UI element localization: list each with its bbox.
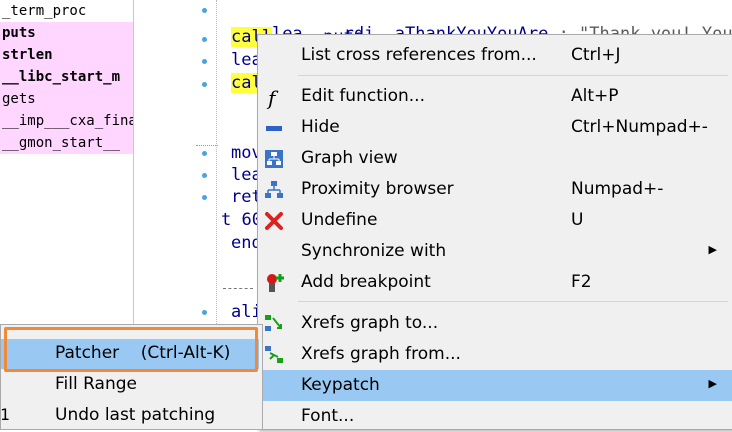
undefine-icon — [264, 211, 284, 231]
highlight-box — [4, 327, 258, 372]
menu-item-add-breakpoint[interactable]: Add breakpoint F2 — [258, 267, 732, 298]
menu-item-undefine[interactable]: Undefine U — [258, 205, 732, 236]
breakpoint-icon — [264, 273, 284, 293]
menu-item-graph-view[interactable]: Graph view — [258, 143, 732, 174]
breakpoint-dot[interactable] — [202, 173, 207, 178]
code-line[interactable]: t 60 — [221, 210, 262, 230]
function-row[interactable]: _term_proc — [0, 0, 133, 22]
hide-icon — [264, 118, 284, 138]
breakpoint-dot[interactable] — [202, 8, 207, 13]
menu-item-xrefs-graph-from[interactable]: Xrefs graph from... — [258, 339, 732, 370]
flow-arrow — [196, 145, 218, 146]
breakpoint-dot[interactable] — [202, 37, 207, 42]
submenu-arrow-icon: ▶ — [708, 243, 717, 256]
menu-item-xrefs-graph-to[interactable]: Xrefs graph to... — [258, 308, 732, 339]
xrefs-from-icon — [264, 345, 284, 365]
svg-text:f: f — [266, 87, 279, 109]
menu-item-edit-function[interactable]: f Edit function... Alt+P — [258, 81, 732, 112]
menu-item-proximity-browser[interactable]: Proximity browser Numpad+- — [258, 174, 732, 205]
breakpoint-dot[interactable] — [202, 310, 207, 315]
separator-line — [223, 288, 253, 289]
function-row[interactable]: puts — [0, 22, 133, 44]
menu-separator — [298, 75, 728, 76]
xrefs-to-icon — [264, 314, 284, 334]
breakpoint-dot[interactable] — [202, 82, 207, 87]
menu-item-hide[interactable]: Hide Ctrl+Numpad+- — [258, 112, 732, 143]
function-row[interactable]: __imp___cxa_fina — [0, 110, 133, 132]
menu-item-font[interactable]: Font... — [258, 401, 732, 432]
breakpoint-dot[interactable] — [202, 195, 207, 200]
function-row[interactable]: strlen — [0, 44, 133, 66]
menu-separator — [298, 301, 728, 302]
breakpoint-dot[interactable] — [202, 59, 207, 64]
submenu-arrow-icon: ▶ — [708, 377, 717, 390]
breakpoint-dot[interactable] — [202, 151, 207, 156]
submenu-item-undo-last-patching[interactable]: Undo last patching — [1, 401, 259, 431]
proximity-icon — [264, 180, 284, 200]
function-icon: f — [264, 86, 284, 110]
function-row[interactable]: __gmon_start__ — [0, 132, 133, 154]
menu-item-keypatch[interactable]: Keypatch ▶ — [258, 370, 732, 401]
menu-item-list-xrefs-from[interactable]: List cross references from... Ctrl+J — [258, 40, 732, 71]
line-number: 1 — [0, 405, 10, 424]
context-menu: List cross references from... Ctrl+J f E… — [257, 34, 732, 430]
function-row[interactable]: __libc_start_m — [0, 66, 133, 88]
menu-item-synchronize-with[interactable]: Synchronize with ▶ — [258, 236, 732, 267]
submenu-item-fill-range[interactable]: Fill Range — [1, 370, 259, 400]
graph-view-icon — [264, 149, 284, 169]
function-row[interactable]: gets — [0, 88, 133, 110]
